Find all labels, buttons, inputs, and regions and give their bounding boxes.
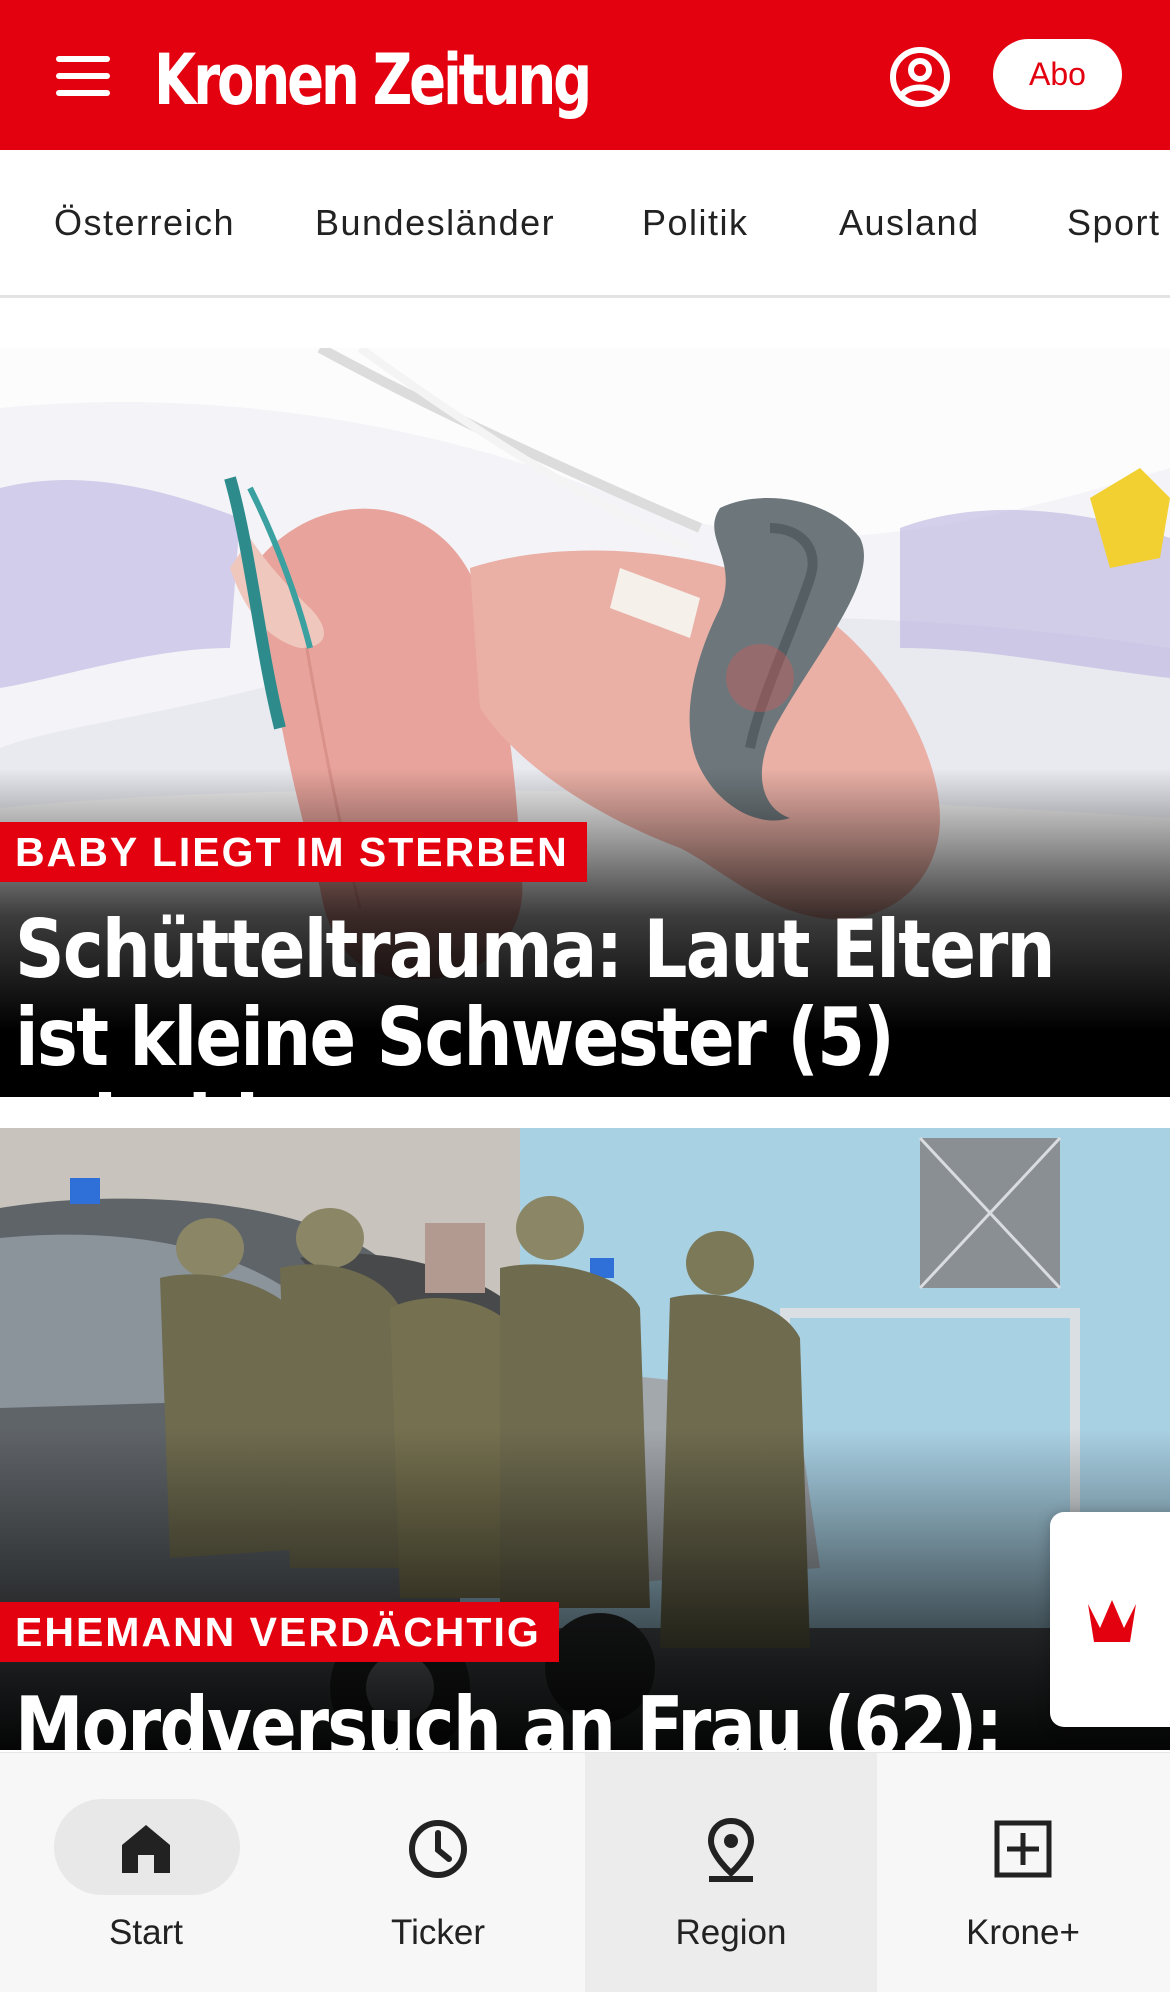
article-kicker: EHEMANN VERDÄCHTIG bbox=[0, 1602, 559, 1662]
bottom-nav-start[interactable]: Start bbox=[0, 1753, 292, 1992]
krone-crown-icon bbox=[1088, 1599, 1136, 1642]
article-card[interactable]: BABY LIEGT IM STERBEN Schütteltrauma: La… bbox=[0, 348, 1170, 1097]
account-icon[interactable] bbox=[888, 45, 952, 109]
logo[interactable]: Kronen Zeitung bbox=[154, 30, 592, 130]
category-nav: Österreich Bundesländer Politik Ausland … bbox=[0, 150, 1170, 298]
location-pin-icon bbox=[707, 1817, 755, 1882]
bottom-nav-krone-plus[interactable]: Krone+ bbox=[877, 1753, 1169, 1992]
plus-box-icon bbox=[994, 1820, 1052, 1878]
bottom-navigation: Start Ticker Region Krone+ bbox=[0, 1752, 1170, 1992]
bottom-nav-region[interactable]: Region bbox=[585, 1753, 877, 1992]
article-kicker: BABY LIEGT IM STERBEN bbox=[0, 822, 587, 882]
hamburger-menu-icon[interactable] bbox=[50, 48, 116, 104]
nav-item-politik[interactable]: Politik bbox=[642, 202, 749, 244]
article-card[interactable]: EHEMANN VERDÄCHTIG Mordversuch an Frau (… bbox=[0, 1128, 1170, 1750]
bottom-nav-ticker[interactable]: Ticker bbox=[292, 1753, 584, 1992]
nav-item-ausland[interactable]: Ausland bbox=[839, 202, 980, 244]
bottom-nav-label: Ticker bbox=[391, 1913, 485, 1952]
nav-item-bundeslaender[interactable]: Bundesländer bbox=[315, 202, 555, 244]
app-screen: Kronen Zeitung Abo Österreich Bundesländ… bbox=[0, 0, 1170, 1992]
nav-item-sport[interactable]: Sport bbox=[1067, 202, 1161, 244]
abo-button[interactable]: Abo bbox=[993, 39, 1122, 110]
home-icon bbox=[122, 1825, 170, 1873]
article-headline[interactable]: Schütteltrauma: Laut Eltern ist kleine S… bbox=[15, 906, 1155, 1098]
bottom-nav-label: Start bbox=[109, 1913, 183, 1952]
nav-item-oesterreich[interactable]: Österreich bbox=[54, 202, 235, 244]
top-app-bar: Kronen Zeitung Abo bbox=[0, 0, 1170, 150]
clock-icon bbox=[409, 1820, 467, 1878]
bottom-nav-label: Region bbox=[675, 1913, 787, 1952]
article-headline[interactable]: Mordversuch an Frau (62): bbox=[15, 1683, 1155, 1751]
bottom-nav-label: Krone+ bbox=[966, 1913, 1080, 1952]
krone-side-tab[interactable] bbox=[1050, 1512, 1170, 1727]
